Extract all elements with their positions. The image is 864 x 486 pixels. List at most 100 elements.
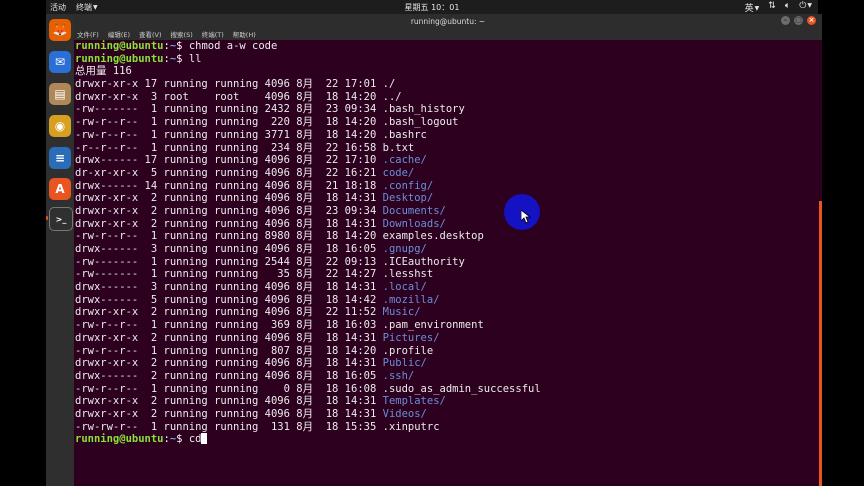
listing-meta: drwxr-xr-x 17 running running 4096 8月 22… xyxy=(75,78,383,91)
prompt-user: running@ubuntu xyxy=(75,40,164,52)
prompt-symbol: $ xyxy=(176,433,189,446)
input-method-arrow-icon: ▼ xyxy=(754,5,760,12)
terminal-window: running@ubuntu: ~ – □ × 文件(F) 编辑(E) 查看(V) 搜… xyxy=(74,14,822,486)
listing-meta: drwxr-xr-x 2 running running 4096 8月 18 … xyxy=(75,217,383,230)
scrollbar-thumb[interactable] xyxy=(819,201,822,486)
text-cursor xyxy=(201,433,208,445)
menu-item-1[interactable]: 编辑(E) xyxy=(108,29,130,39)
listing-meta: drwxr-xr-x 2 running running 4096 8月 18 … xyxy=(75,331,383,344)
terminal-icon[interactable]: >_ xyxy=(49,207,73,231)
listing-row: -rw-r--r-- 1 running running 8980 8月 18 … xyxy=(75,230,820,243)
total-line: 总用量 116 xyxy=(75,65,132,78)
close-button[interactable]: × xyxy=(807,16,816,25)
prompt-symbol: $ xyxy=(176,40,189,52)
listing-row: drwxr-xr-x 2 running running 4096 8月 22 … xyxy=(75,306,820,319)
listing-filename: Templates/ xyxy=(382,395,446,408)
power-icon[interactable]: ⏻▼ xyxy=(799,1,812,14)
menu-bar: 文件(F) 编辑(E) 查看(V) 搜索(S) 终端(T) 帮助(H) xyxy=(74,28,822,40)
listing-meta: drwx------ 14 running running 4096 8月 21… xyxy=(75,179,383,192)
terminal-output[interactable]: running@ubuntu:~$ chmod a-w code running@… xyxy=(74,40,820,486)
listing-row: drwx------ 2 running running 4096 8月 18 … xyxy=(75,370,820,383)
listing-meta: -rw-rw-r-- 1 running running 131 8月 18 1… xyxy=(75,420,383,433)
listing-filename: Pictures/ xyxy=(382,331,440,344)
maximize-button[interactable]: □ xyxy=(794,16,803,25)
listing-row: drwxr-xr-x 2 running running 4096 8月 18 … xyxy=(75,395,820,408)
menu-item-5[interactable]: 帮助(H) xyxy=(233,29,256,39)
menu-item-0[interactable]: 文件(F) xyxy=(77,29,99,39)
scrollbar[interactable] xyxy=(819,40,822,486)
prompt-line: running@ubuntu:~$ chmod a-w code xyxy=(75,40,820,53)
listing-meta: drwxr-xr-x 2 running running 4096 8月 22 … xyxy=(75,306,383,319)
minimize-button[interactable]: – xyxy=(781,16,790,25)
listing-meta: -rw-r--r-- 1 running running 220 8月 18 1… xyxy=(75,116,383,129)
listing-row: -rw-r--r-- 1 running running 3771 8月 18 … xyxy=(75,129,820,142)
listing-meta: dr-xr-xr-x 5 running running 4096 8月 22 … xyxy=(75,166,383,179)
listing-row: drwxr-xr-x 3 root root 4096 8月 18 14:20 … xyxy=(75,91,820,104)
listing-meta: drwx------ 3 running running 4096 8月 18 … xyxy=(75,281,383,294)
listing-row: -rw-r--r-- 1 running running 0 8月 18 16:… xyxy=(75,383,820,396)
listing-row: -rw-r--r-- 1 running running 807 8月 18 1… xyxy=(75,345,820,358)
software-center-icon[interactable]: A xyxy=(49,178,71,200)
listing-filename: .pam_environment xyxy=(382,319,484,332)
listing-filename: .mozilla/ xyxy=(382,293,440,306)
rhythmbox-icon[interactable]: ◉ xyxy=(49,115,71,137)
listing-filename: code/ xyxy=(382,166,415,179)
command-text: chmod a-w code xyxy=(188,40,278,52)
listing-row: -rw-r--r-- 1 running running 220 8月 18 1… xyxy=(75,116,820,129)
listing-meta: -rw-r--r-- 1 running running 807 8月 18 1… xyxy=(75,344,383,357)
listing-row: -rw-r--r-- 1 running running 369 8月 18 1… xyxy=(75,319,820,332)
network-icon[interactable]: ⇅ xyxy=(768,1,776,14)
files-icon[interactable]: ▤ xyxy=(49,83,71,105)
libreoffice-writer-icon[interactable]: ≡ xyxy=(49,147,71,169)
listing-row: -rw-rw-r-- 1 running running 131 8月 18 1… xyxy=(75,421,820,434)
listing-row: -rw------- 1 running running 2432 8月 23 … xyxy=(75,103,820,116)
listing-row: drwx------ 14 running running 4096 8月 21… xyxy=(75,180,820,193)
menu-item-2[interactable]: 查看(V) xyxy=(139,29,162,39)
listing-row: drwxr-xr-x 2 running running 4096 8月 18 … xyxy=(75,357,820,370)
listing-filename: .config/ xyxy=(382,179,434,192)
prompt-line: running@ubuntu:~$ ll xyxy=(75,53,820,66)
window-titlebar[interactable]: running@ubuntu: ~ – □ × xyxy=(74,14,822,28)
listing-filename: Public/ xyxy=(382,357,427,370)
clock[interactable]: 星期五 10：01 xyxy=(405,3,460,12)
listing-filename: .gnupg/ xyxy=(382,243,427,255)
input-method-indicator[interactable]: 英▼ xyxy=(745,1,760,14)
menu-item-4[interactable]: 终端(T) xyxy=(202,29,224,39)
prompt-user: running@ubuntu xyxy=(75,433,164,446)
listing-row: drwxr-xr-x 2 running running 4096 8月 18 … xyxy=(75,408,820,421)
listing-filename: Documents/ xyxy=(382,204,446,217)
listing-row: -r--r--r-- 1 running running 234 8月 22 1… xyxy=(75,142,820,155)
top-panel: 活动 终端▼ 星期五 10：01 英▼ ⇅ 🔈︎ ⏻▼ xyxy=(46,0,818,14)
listing-filename: b.txt xyxy=(382,141,415,154)
dock: 🦊 ✉ ▤ ◉ ≡ A >_ xyxy=(46,14,74,486)
listing-meta: drwxr-xr-x 3 root root 4096 8月 18 14:20 xyxy=(75,90,383,103)
listing-filename: .local/ xyxy=(382,281,427,294)
listing-row: drwx------ 3 running running 4096 8月 18 … xyxy=(75,243,820,256)
menu-item-3[interactable]: 搜索(S) xyxy=(171,29,193,39)
listing-meta: drwx------ 5 running running 4096 8月 18 … xyxy=(75,293,383,306)
firefox-icon[interactable]: 🦊 xyxy=(49,19,71,41)
input-method-label: 英 xyxy=(744,4,754,14)
listing-meta: -rw-r--r-- 1 running running 0 8月 18 16:… xyxy=(75,382,383,395)
listing-filename: .xinputrc xyxy=(382,420,440,433)
listing-meta: drwxr-xr-x 2 running running 4096 8月 18 … xyxy=(75,407,383,420)
listing-filename: .ssh/ xyxy=(382,369,415,382)
listing-filename: .bash_history xyxy=(382,103,465,116)
running-app-indicator xyxy=(46,216,48,220)
listing-filename: .ICEauthority xyxy=(382,255,465,268)
listing-row: drwx------ 17 running running 4096 8月 22… xyxy=(75,154,820,167)
listing-meta: -rw------- 1 running running 35 8月 22 14… xyxy=(75,268,383,281)
prompt-user: running@ubuntu xyxy=(75,52,164,65)
command-input[interactable]: cd xyxy=(189,433,202,445)
listing-filename: .cache/ xyxy=(382,154,427,167)
listing-meta: -rw-r--r-- 1 running running 8980 8月 18 … xyxy=(75,230,383,243)
listing-meta: -rw-r--r-- 1 running running 3771 8月 18 … xyxy=(75,128,383,141)
listing-filename: Desktop/ xyxy=(382,192,434,205)
thunderbird-icon[interactable]: ✉ xyxy=(49,51,71,73)
command-text: ll xyxy=(188,52,202,65)
mouse-pointer-icon xyxy=(521,210,531,224)
listing-filename: .profile xyxy=(382,344,434,357)
volume-icon[interactable]: 🔈︎ xyxy=(785,1,790,14)
listing-row: -rw------- 1 running running 2544 8月 22 … xyxy=(75,256,820,269)
listing-row: -rw------- 1 running running 35 8月 22 14… xyxy=(75,268,820,281)
